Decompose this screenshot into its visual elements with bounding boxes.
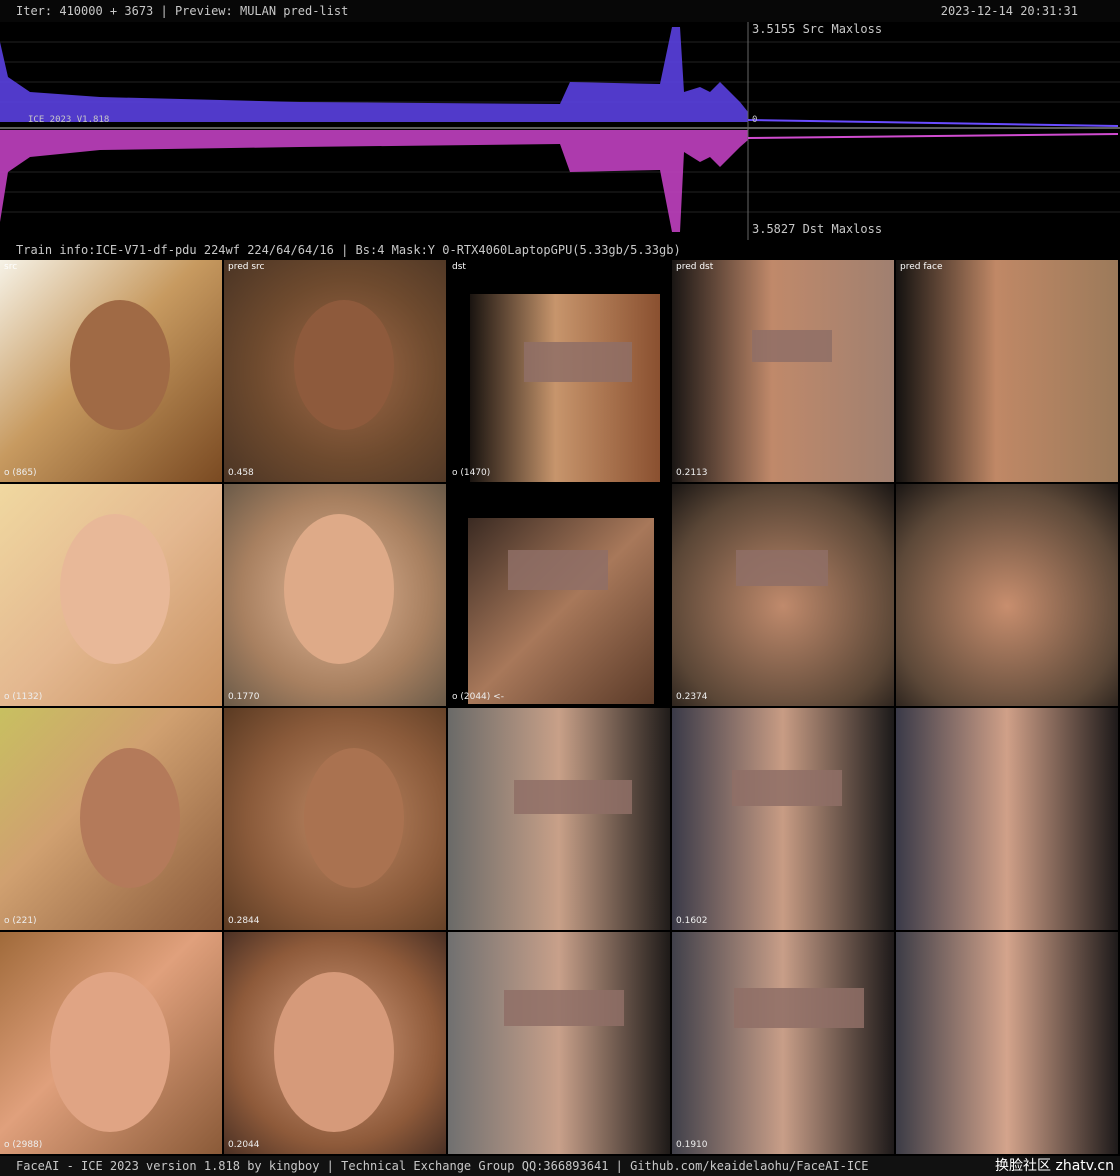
face-image [60,514,170,664]
eye-blur [508,550,608,590]
tile-pred-face-row4 [896,932,1118,1154]
tile-src-row1: src o (865) [0,260,222,482]
tile-dst-row3 [448,708,670,930]
tile-src-row4: o (2988) [0,932,222,1154]
face-image [80,748,180,888]
tile-dst-row2: o (2044) <- [448,484,670,706]
iteration-info: Iter: 410000 + 3673 | Preview: MULAN pre… [16,4,349,18]
column-header-src: src [4,262,18,272]
tile-value: o (1132) [4,692,43,702]
tile-value: 0.2844 [228,916,260,926]
tile-value: o (865) [4,468,37,478]
tile-value: 0.458 [228,468,254,478]
face-image [304,748,404,888]
face-image [284,514,394,664]
tile-pred-dst-row1: pred dst 0.2113 [672,260,894,482]
tile-pred-dst-row3: 0.1602 [672,708,894,930]
face-image [470,294,660,482]
face-image [468,518,654,704]
footer-credits: FaceAI - ICE 2023 version 1.818 by kingb… [16,1159,869,1173]
loss-graph-svg [0,22,1120,240]
tile-value: o (2044) <- [452,692,504,702]
preview-grid: src o (865) pred src 0.458 dst o (1470) … [0,260,1120,1156]
tile-pred-src-row1: pred src 0.458 [224,260,446,482]
face-image [294,300,394,430]
tile-src-row2: o (1132) [0,484,222,706]
src-maxloss-label: 3.5155 Src Maxloss [752,22,883,36]
column-header-dst: dst [452,262,466,272]
column-header-pred-dst: pred dst [676,262,714,272]
timestamp: 2023-12-14 20:31:31 [940,4,1078,18]
tile-pred-face-row2 [896,484,1118,706]
tile-pred-dst-row4: 0.1910 [672,932,894,1154]
eye-blur [734,988,864,1028]
tile-value: 0.1770 [228,692,260,702]
eye-blur [514,780,632,814]
src-loss-series [0,27,748,122]
eye-blur [504,990,624,1026]
tile-value: o (2988) [4,1140,43,1150]
loss-graph: 3.5155 Src Maxloss 3.5827 Dst Maxloss IC… [0,22,1120,240]
face-image [50,972,170,1132]
eye-blur [732,770,842,806]
zero-label: 0 [752,115,758,125]
watermark: 换脸社区 zhatv.cn [995,1158,1114,1174]
title-bar: Iter: 410000 + 3673 | Preview: MULAN pre… [0,0,1120,22]
face-image [274,972,394,1132]
tile-value: o (221) [4,916,37,926]
tile-pred-dst-row2: 0.2374 [672,484,894,706]
tile-src-row3: o (221) [0,708,222,930]
eye-blur [736,550,828,586]
tile-dst-row1: dst o (1470) [448,260,670,482]
tile-value: 0.2113 [676,468,708,478]
eye-blur [752,330,832,362]
tile-value: 0.1602 [676,916,708,926]
train-info-text: Train info:ICE-V71-df-pdu 224wf 224/64/6… [16,243,681,257]
tile-value: 0.1910 [676,1140,708,1150]
column-header-pred-src: pred src [228,262,265,272]
version-label: ICE 2023 V1.818 [28,115,110,125]
tile-value: 0.2044 [228,1140,260,1150]
tile-pred-src-row2: 0.1770 [224,484,446,706]
tile-pred-face-row1: pred face [896,260,1118,482]
dst-maxloss-label: 3.5827 Dst Maxloss [752,222,883,236]
footer-bar: FaceAI - ICE 2023 version 1.818 by kingb… [0,1156,1120,1176]
tile-pred-face-row3 [896,708,1118,930]
dst-loss-series [0,130,748,232]
train-info-bar: Train info:ICE-V71-df-pdu 224wf 224/64/6… [0,240,1120,260]
face-image [70,300,170,430]
tile-value: o (1470) [452,468,491,478]
tile-dst-row4 [448,932,670,1154]
column-header-pred-face: pred face [900,262,943,272]
eye-blur [524,342,632,382]
tile-pred-src-row3: 0.2844 [224,708,446,930]
tile-value: 0.2374 [676,692,708,702]
tile-pred-src-row4: 0.2044 [224,932,446,1154]
